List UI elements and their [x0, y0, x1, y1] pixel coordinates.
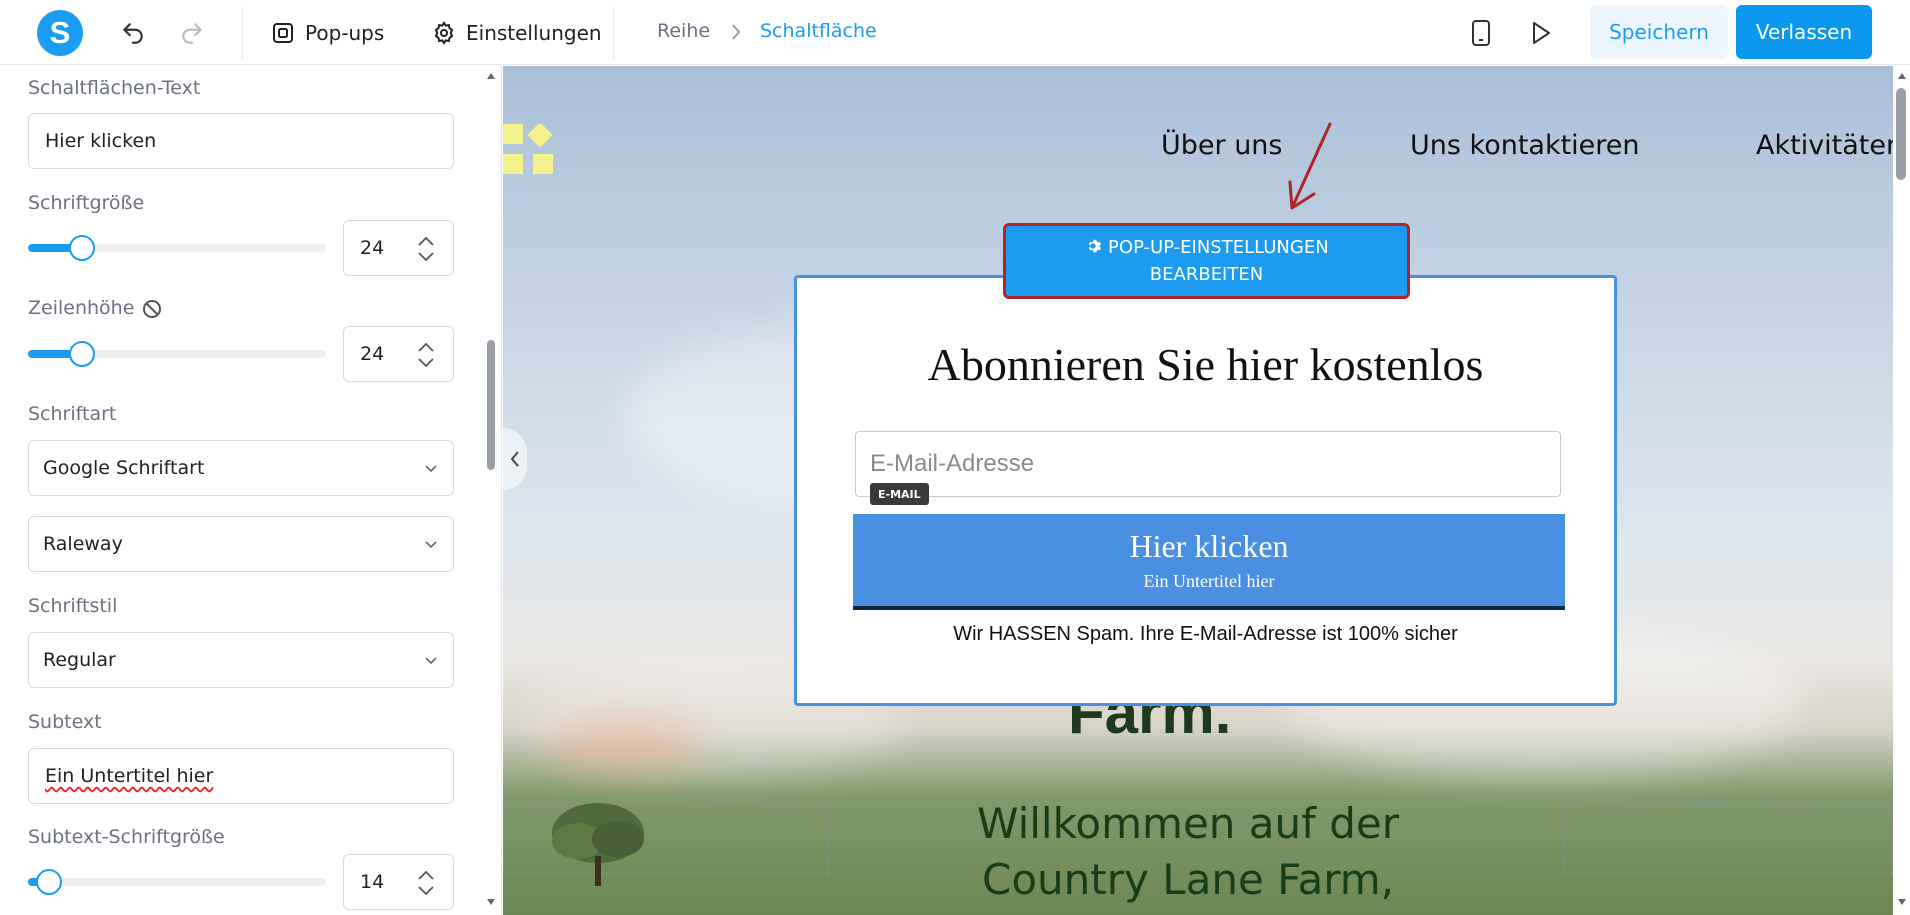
sunset-glow — [543, 716, 703, 776]
button-text-input[interactable]: Hier klicken — [28, 113, 454, 169]
edit-button-line-1: POP-UP-EINSTELLUNGEN — [1108, 237, 1329, 258]
play-preview-icon[interactable] — [1526, 18, 1556, 48]
tree-image — [552, 803, 644, 886]
subtext-size-stepper[interactable]: 14 — [343, 854, 454, 910]
toolbar-divider — [613, 6, 614, 59]
panel-scrollbar[interactable] — [484, 66, 498, 915]
canvas-scrollbar-thumb[interactable] — [1896, 88, 1906, 180]
undo-icon[interactable] — [118, 18, 148, 48]
gear-icon — [1089, 239, 1102, 253]
scroll-up-icon[interactable] — [1897, 72, 1907, 80]
button-text-value: Hier klicken — [45, 130, 157, 152]
annotation-arrow-icon — [1288, 122, 1332, 210]
app-logo[interactable]: S — [37, 10, 83, 56]
chevron-left-icon — [510, 451, 519, 467]
chevron-down-icon — [425, 465, 437, 473]
subtext-size-value: 14 — [360, 871, 385, 893]
scroll-down-icon[interactable] — [1897, 898, 1907, 906]
font-family-value: Raleway — [43, 533, 123, 555]
popups-button[interactable]: Pop-ups — [271, 16, 384, 50]
email-placeholder: E-Mail-Adresse — [870, 450, 1035, 477]
stepper-arrows-icon[interactable] — [417, 341, 435, 369]
top-toolbar: S Pop-ups Einstellungen Reihe Schaltfläc… — [0, 0, 1910, 65]
font-size-label: Schriftgröße — [28, 192, 145, 214]
save-button[interactable]: Speichern — [1590, 5, 1728, 59]
scroll-up-icon[interactable] — [486, 72, 496, 80]
popup-title[interactable]: Abonnieren Sie hier kostenlos — [797, 338, 1614, 391]
font-family-select[interactable]: Raleway — [28, 516, 454, 572]
font-size-slider-handle[interactable] — [69, 235, 95, 261]
settings-button[interactable]: Einstellungen — [432, 16, 602, 50]
edit-popup-settings-button[interactable]: POP-UP-EINSTELLUNGEN BEARBEITEN — [1003, 223, 1410, 299]
email-input[interactable]: E-Mail-Adresse — [855, 431, 1561, 497]
settings-label: Einstellungen — [466, 21, 602, 45]
welcome-text: Willkommen auf der Country Lane Farm, — [976, 799, 1400, 904]
subtext-size-slider-handle[interactable] — [36, 869, 62, 895]
canvas-scrollbar[interactable] — [1893, 66, 1910, 915]
breadcrumb-button[interactable]: Schaltfläche — [760, 20, 877, 42]
ban-icon[interactable] — [142, 299, 162, 319]
font-label: Schriftart — [28, 403, 117, 425]
breadcrumb-row[interactable]: Reihe — [657, 20, 710, 42]
font-source-value: Google Schriftart — [43, 457, 205, 479]
scroll-down-icon[interactable] — [486, 898, 496, 906]
popup-preview[interactable]: Abonnieren Sie hier kostenlos E-Mail-Adr… — [794, 275, 1617, 706]
line-height-slider[interactable] — [28, 341, 326, 367]
font-style-select[interactable]: Regular — [28, 632, 454, 688]
font-size-slider[interactable] — [28, 235, 326, 261]
font-size-stepper[interactable]: 24 — [343, 220, 454, 276]
subtext-value: Ein Untertitel hier — [45, 765, 214, 787]
collapse-panel-button[interactable] — [503, 428, 527, 490]
mobile-preview-icon[interactable] — [1466, 18, 1496, 48]
email-field-tag: E-MAIL — [870, 483, 929, 505]
chevron-right-icon — [728, 22, 744, 47]
line-height-value: 24 — [360, 343, 385, 365]
button-text-label: Schaltflächen-Text — [28, 77, 201, 99]
redo-icon[interactable] — [177, 18, 207, 48]
font-style-value: Regular — [43, 649, 116, 671]
font-style-label: Schriftstil — [28, 595, 118, 617]
subtext-label: Subtext — [28, 711, 102, 733]
cta-label: Hier klicken — [1129, 528, 1289, 564]
cta-subtext: Ein Untertitel hier — [1143, 571, 1275, 591]
subtext-size-label: Subtext-Schriftgröße — [28, 826, 225, 848]
popups-label: Pop-ups — [305, 21, 385, 45]
site-logo-icon[interactable] — [503, 124, 559, 178]
edit-button-line-2: BEARBEITEN — [1149, 264, 1264, 285]
nav-link-activities[interactable]: Aktivitäten — [1756, 130, 1893, 161]
popup-frame-icon — [273, 23, 293, 43]
subtext-size-slider[interactable] — [28, 869, 326, 895]
subtext-input[interactable]: Ein Untertitel hier — [28, 748, 454, 804]
line-height-stepper[interactable]: 24 — [343, 326, 454, 382]
panel-scrollbar-thumb[interactable] — [487, 340, 495, 470]
line-height-slider-handle[interactable] — [69, 341, 95, 367]
chevron-down-icon — [425, 657, 437, 665]
nav-link-contact[interactable]: Uns kontaktieren — [1410, 130, 1640, 161]
chevron-down-icon — [425, 541, 437, 549]
popup-note[interactable]: Wir HASSEN Spam. Ihre E-Mail-Adresse ist… — [797, 623, 1614, 646]
dropzone-right[interactable] — [1564, 804, 1893, 874]
popup-cta-button[interactable]: Hier klicken Ein Untertitel hier — [853, 514, 1565, 610]
stepper-arrows-icon[interactable] — [417, 235, 435, 263]
nav-link-about[interactable]: Über uns — [1161, 130, 1283, 161]
exit-button[interactable]: Verlassen — [1736, 5, 1872, 59]
stepper-arrows-icon[interactable] — [417, 869, 435, 897]
font-size-value: 24 — [360, 237, 385, 259]
gear-icon — [434, 21, 454, 45]
line-height-label: Zeilenhöhe — [28, 297, 135, 319]
font-source-select[interactable]: Google Schriftart — [28, 440, 454, 496]
toolbar-divider — [242, 6, 243, 59]
settings-panel: Schaltflächen-Text Hier klicken Schriftg… — [0, 66, 502, 915]
